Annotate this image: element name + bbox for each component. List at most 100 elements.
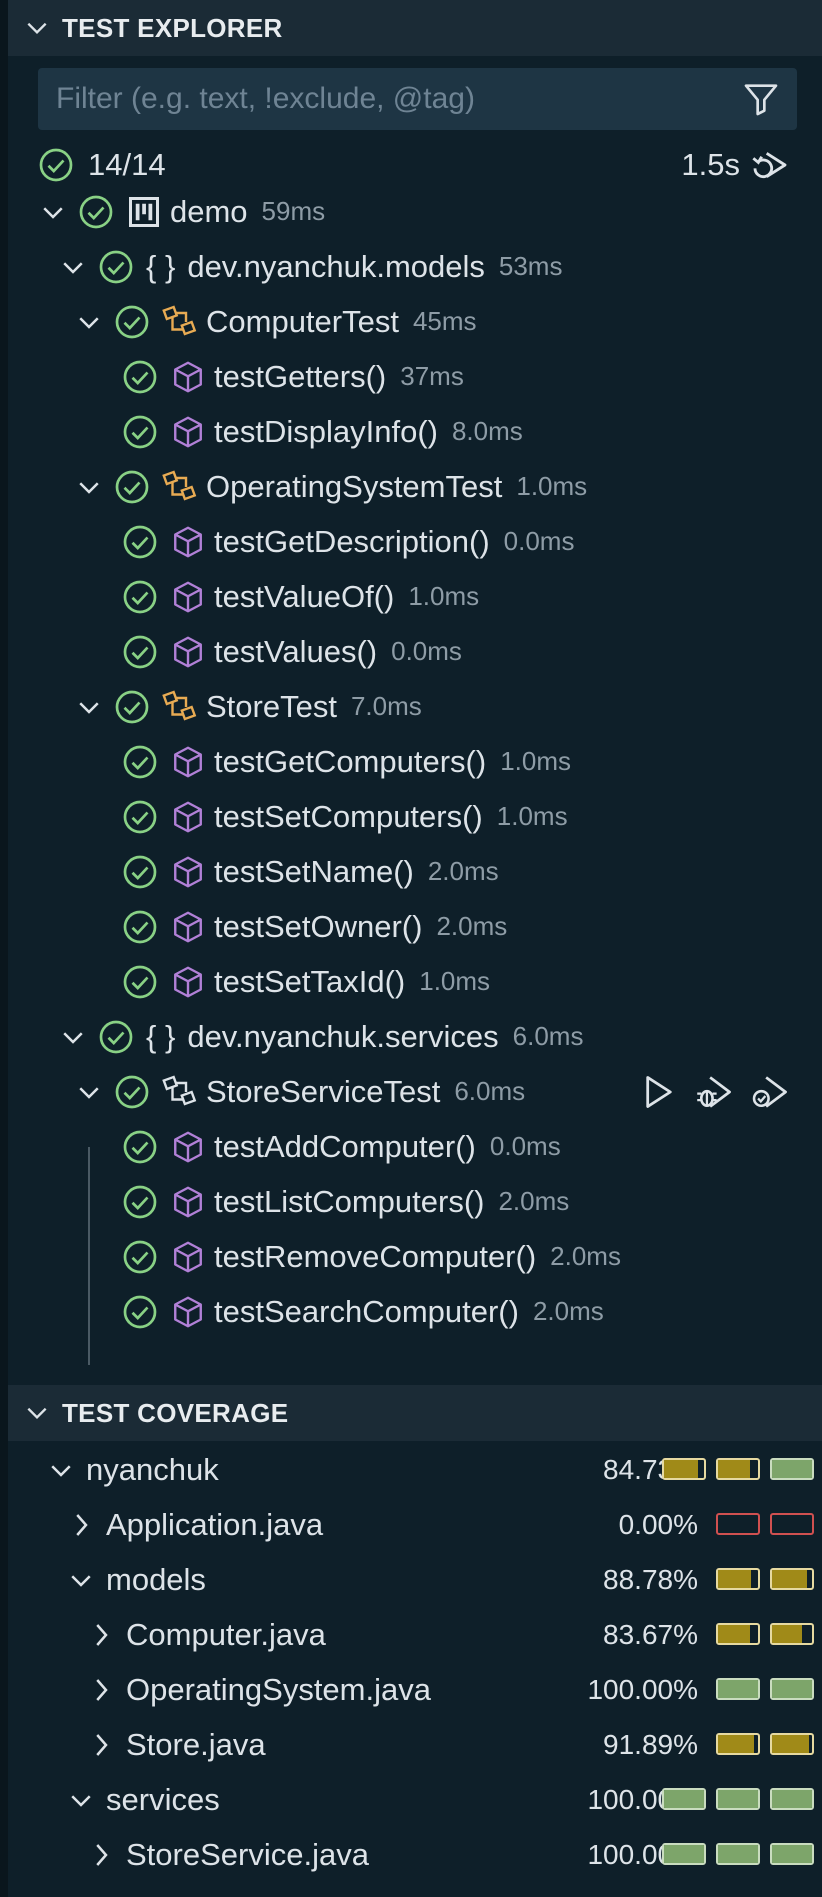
test-duration: 0.0ms [391,636,462,666]
chevron-down-icon[interactable] [66,1785,96,1815]
test-method-row[interactable]: testDisplayInfo() 8.0ms [8,404,822,459]
filter-input[interactable] [38,81,741,117]
test-label: testGetComputers() [214,743,487,779]
chevron-down-icon[interactable] [74,472,104,502]
test-method-row[interactable]: testGetDescription() 0.0ms [8,514,822,569]
test-label: ComputerTest [206,303,399,339]
test-explorer-header[interactable]: TEST EXPLORER [8,0,822,56]
passed-icon [115,305,149,338]
rerun-icon[interactable] [748,145,792,185]
coverage-bar [770,1622,814,1645]
test-method-icon [174,361,202,392]
chevron-down-icon[interactable] [58,252,88,282]
chevron-right-icon[interactable] [86,1840,116,1870]
test-method-row[interactable]: testSetComputers() 1.0ms [8,789,822,844]
coverage-bar [770,1457,814,1480]
test-method-row[interactable]: testSetTaxId() 1.0ms [8,954,822,1009]
test-label: StoreServiceTest [206,1073,441,1109]
chevron-down-icon[interactable] [74,692,104,722]
test-method-row[interactable]: testListComputers() 2.0ms [8,1174,822,1229]
coverage-bar [662,1457,706,1480]
chevron-right-icon[interactable] [66,1510,96,1540]
chevron-down-icon[interactable] [58,1022,88,1052]
test-label: testRemoveComputer() [214,1238,537,1274]
coverage-row[interactable]: nyanchuk 84.73% [8,1442,822,1497]
coverage-row[interactable]: Store.java 91.89% [8,1717,822,1772]
chevron-down-icon[interactable] [46,1455,76,1485]
coverage-bar [770,1677,814,1700]
coverage-bar [770,1512,814,1535]
summary-count: 14/14 [88,147,166,182]
test-project-row[interactable]: demo 59ms [8,184,822,239]
test-class-icon [162,304,197,336]
test-class-row[interactable]: OperatingSystemTest 1.0ms [8,459,822,514]
test-class-row[interactable]: ComputerTest 45ms [8,294,822,349]
test-method-row[interactable]: testGetters() 37ms [8,349,822,404]
coverage-bar [716,1787,760,1810]
chevron-right-icon[interactable] [86,1675,116,1705]
run-with-coverage-icon[interactable] [750,1072,792,1112]
test-method-row[interactable]: testAddComputer() 0.0ms [8,1119,822,1174]
test-duration: 1.0ms [500,746,572,776]
passed-icon [123,415,157,448]
coverage-bar [716,1677,760,1700]
coverage-label: StoreService.java [126,1836,369,1872]
test-method-row[interactable]: testSetOwner() 2.0ms [8,899,822,954]
chevron-down-icon [27,22,47,35]
test-method-icon [174,801,202,832]
debug-test-icon[interactable] [694,1072,736,1112]
test-label: testAddComputer() [214,1128,476,1164]
test-duration: 2.0ms [427,856,499,886]
passed-icon [123,360,157,393]
coverage-bar [716,1622,760,1645]
test-label: StoreTest [206,688,337,724]
chevron-right-icon[interactable] [86,1730,116,1760]
test-coverage-header[interactable]: TEST COVERAGE [8,1385,822,1441]
coverage-bar [716,1457,760,1480]
test-class-row[interactable]: StoreTest 7.0ms [8,679,822,734]
chevron-down-icon[interactable] [74,307,104,337]
test-package-row[interactable]: { } dev.nyanchuk.services 6.0ms [8,1009,822,1064]
test-class-row[interactable]: StoreServiceTest 6.0ms [8,1064,822,1119]
passed-icon [123,1185,157,1218]
coverage-row[interactable]: models 88.78% [8,1552,822,1607]
passed-icon [123,1240,157,1273]
coverage-row[interactable]: OperatingSystem.java 100.00% [8,1662,822,1717]
coverage-row[interactable]: Application.java 0.00% [8,1497,822,1552]
passed-icon [115,1075,149,1108]
coverage-label: nyanchuk [86,1451,219,1487]
filter-icon[interactable] [741,79,781,119]
passed-icon [99,1020,133,1053]
test-method-row[interactable]: testSearchComputer() 2.0ms [8,1284,822,1339]
test-label: testSearchComputer() [214,1293,519,1329]
test-label: dev.nyanchuk.models [187,248,485,284]
coverage-bars [662,1677,814,1702]
test-method-icon [174,911,202,942]
test-class-icon [162,1074,197,1106]
test-label: demo [170,193,248,229]
test-package-row[interactable]: { } dev.nyanchuk.models 53ms [8,239,822,294]
chevron-down-icon [27,1407,47,1420]
coverage-bar [716,1732,760,1755]
test-method-row[interactable]: testValueOf() 1.0ms [8,569,822,624]
test-duration: 1.0ms [496,801,568,831]
chevron-down-icon[interactable] [66,1565,96,1595]
coverage-row[interactable]: services 100.00% [8,1772,822,1827]
coverage-bars [662,1842,814,1867]
coverage-row[interactable]: Computer.java 83.67% [8,1607,822,1662]
chevron-down-icon[interactable] [38,197,68,227]
coverage-bar [662,1842,706,1865]
test-label: testGetDescription() [214,523,490,559]
test-duration: 45ms [412,306,477,336]
chevron-right-icon[interactable] [86,1620,116,1650]
filter-box[interactable] [38,68,797,130]
run-test-icon[interactable] [638,1072,680,1112]
test-method-row[interactable]: testGetComputers() 1.0ms [8,734,822,789]
coverage-bar [770,1567,814,1590]
test-method-row[interactable]: testRemoveComputer() 2.0ms [8,1229,822,1284]
coverage-row[interactable]: StoreService.java 100.00% [8,1827,822,1882]
chevron-down-icon[interactable] [74,1077,104,1107]
test-method-icon [174,1296,202,1327]
test-method-row[interactable]: testSetName() 2.0ms [8,844,822,899]
test-method-row[interactable]: testValues() 0.0ms [8,624,822,679]
